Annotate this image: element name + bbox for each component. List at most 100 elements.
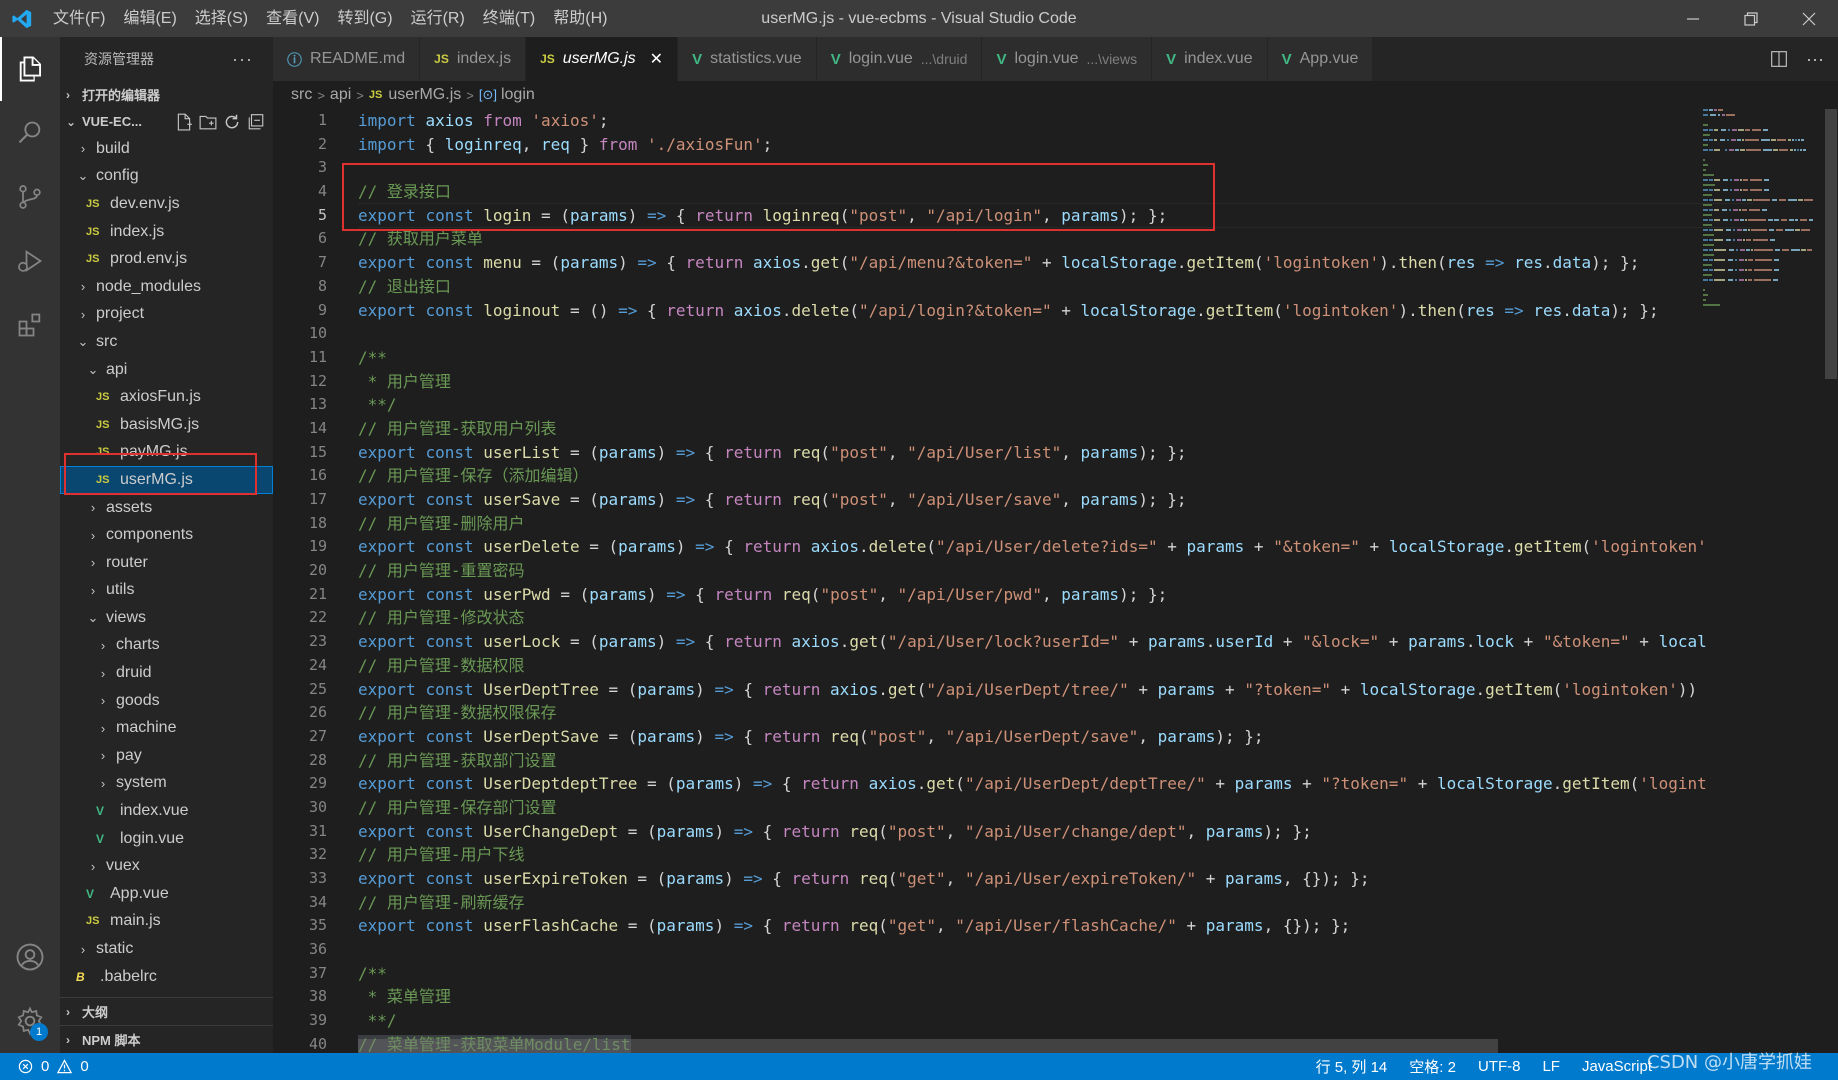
run-debug-icon[interactable]	[0, 229, 60, 293]
scrollbar-thumb[interactable]	[1825, 109, 1837, 379]
code-line[interactable]: **/	[358, 393, 1753, 417]
editor-tab[interactable]: Vlogin.vue ...\druid	[816, 37, 983, 81]
tree-file[interactable]: JS dev.env.js	[60, 190, 273, 218]
menu-item[interactable]: 文件(F)	[44, 0, 114, 37]
tree-folder[interactable]: › build	[60, 135, 273, 163]
menu-item[interactable]: 编辑(E)	[114, 0, 185, 37]
split-editor-icon[interactable]	[1770, 50, 1788, 68]
code-line[interactable]: // 获取用户菜单	[358, 227, 1753, 251]
end-of-line[interactable]: LF	[1542, 1058, 1560, 1075]
code-line[interactable]: export const login = (params) => { retur…	[358, 202, 1753, 229]
settings-gear-icon[interactable]: 1	[0, 989, 60, 1053]
breadcrumb-symbol[interactable]: login	[501, 86, 535, 104]
more-actions-icon[interactable]: ···	[232, 49, 253, 70]
new-file-icon[interactable]	[175, 113, 193, 131]
menu-item[interactable]: 转到(G)	[328, 0, 401, 37]
code-line[interactable]: export const userDelete = (params) => { …	[358, 535, 1753, 559]
menu-item[interactable]: 帮助(H)	[544, 0, 616, 37]
tree-file[interactable]: JS main.js	[60, 908, 273, 936]
code-line[interactable]: export const UserDeptSave = (params) => …	[358, 725, 1753, 749]
code-line[interactable]: export const userList = (params) => { re…	[358, 441, 1753, 465]
breadcrumb-src[interactable]: src	[291, 86, 312, 104]
close-tab-icon[interactable]: ✕	[650, 49, 663, 69]
restore-icon[interactable]	[1722, 0, 1780, 37]
tree-folder[interactable]: › machine	[60, 714, 273, 742]
code-line[interactable]: /**	[358, 346, 1753, 370]
tree-file[interactable]: JS axiosFun.js	[60, 383, 273, 411]
tree-file[interactable]: JS userMG.js	[60, 466, 273, 494]
tree-folder[interactable]: › utils	[60, 577, 273, 605]
code-line[interactable]: // 用户管理-用户下线	[358, 843, 1753, 867]
project-section[interactable]: ⌄ VUE-EC...	[60, 108, 273, 135]
code-line[interactable]: * 菜单管理	[358, 985, 1753, 1009]
open-editors-section[interactable]: › 打开的编辑器	[60, 81, 273, 108]
code-line[interactable]: **/	[358, 1009, 1753, 1033]
editor-tab[interactable]: ⓘ README.md	[273, 37, 421, 81]
code-line[interactable]: // 用户管理-修改状态	[358, 606, 1753, 630]
code-line[interactable]: export const UserDeptdeptTree = (params)…	[358, 772, 1753, 796]
tree-folder[interactable]: ⌄ views	[60, 604, 273, 632]
new-folder-icon[interactable]	[199, 113, 217, 131]
horizontal-scrollbar[interactable]	[358, 1039, 1498, 1053]
tree-file[interactable]: JS basisMG.js	[60, 411, 273, 439]
close-window-icon[interactable]	[1780, 0, 1838, 37]
code-line[interactable]	[358, 156, 1753, 180]
code-line[interactable]: // 用户管理-刷新缓存	[358, 891, 1753, 915]
code-line[interactable]: export const UserChangeDept = (params) =…	[358, 820, 1753, 844]
editor-tab[interactable]: Vstatistics.vue	[678, 37, 817, 81]
tree-folder[interactable]: › system	[60, 770, 273, 798]
code-editor[interactable]: 1 2 3 4 5 6 7 8 9 10 11 12 13 14 15 16 17 18 19 20 21 22 23 24 2…	[273, 109, 1838, 1053]
more-editor-actions-icon[interactable]: ···	[1806, 49, 1824, 70]
code-line[interactable]: // 用户管理-删除用户	[358, 512, 1753, 536]
editor-tab[interactable]: Vlogin.vue ...\views	[982, 37, 1153, 81]
tree-folder[interactable]: › components	[60, 521, 273, 549]
editor-tab[interactable]: V App.vue	[1267, 37, 1374, 81]
code-line[interactable]: import { loginreq, req } from './axiosFu…	[358, 133, 1753, 157]
tree-file[interactable]: JS payMG.js	[60, 439, 273, 467]
code-line[interactable]	[358, 938, 1753, 962]
tree-folder[interactable]: › node_modules	[60, 273, 273, 301]
tree-folder[interactable]: › project	[60, 301, 273, 329]
source-control-icon[interactable]	[0, 165, 60, 229]
breadcrumb-api[interactable]: api	[330, 86, 351, 104]
code-line[interactable]: // 用户管理-保存部门设置	[358, 796, 1753, 820]
tree-folder[interactable]: › goods	[60, 687, 273, 715]
minimap[interactable]	[1703, 109, 1823, 1053]
tree-folder[interactable]: ⌄ src	[60, 328, 273, 356]
npm-scripts-section[interactable]: › NPM 脚本	[60, 1025, 273, 1053]
refresh-icon[interactable]	[223, 113, 241, 131]
tree-file[interactable]: Vindex.vue	[60, 797, 273, 825]
extensions-icon[interactable]	[0, 293, 60, 357]
code-area[interactable]: import axios from 'axios'; import { login…	[358, 109, 1753, 1053]
tree-file[interactable]: B .babelrc	[60, 963, 273, 991]
code-line[interactable]: // 用户管理-数据权限保存	[358, 701, 1753, 725]
code-line[interactable]: export const UserDeptTree = (params) => …	[358, 678, 1753, 702]
code-line[interactable]: // 用户管理-获取用户列表	[358, 417, 1753, 441]
editor-tab[interactable]: JS index.js	[420, 37, 527, 81]
tree-folder[interactable]: › static	[60, 935, 273, 963]
outline-section[interactable]: › 大纲	[60, 997, 273, 1025]
minimize-icon[interactable]	[1664, 0, 1722, 37]
code-line[interactable]: export const userLock = (params) => { re…	[358, 630, 1753, 654]
menu-item[interactable]: 选择(S)	[186, 0, 257, 37]
explorer-icon[interactable]	[0, 37, 60, 101]
code-line[interactable]: // 用户管理-重置密码	[358, 559, 1753, 583]
tree-folder[interactable]: › pay	[60, 742, 273, 770]
indentation[interactable]: 空格: 2	[1409, 1056, 1456, 1077]
collapse-all-icon[interactable]	[247, 113, 265, 131]
code-line[interactable]: export const loginout = () => { return a…	[358, 299, 1753, 323]
editor-tab[interactable]: Vindex.vue	[1152, 37, 1268, 81]
menu-item[interactable]: 运行(R)	[402, 0, 474, 37]
tree-folder[interactable]: › router	[60, 549, 273, 577]
code-line[interactable]: // 用户管理-数据权限	[358, 654, 1753, 678]
language-mode[interactable]: JavaScript	[1582, 1058, 1652, 1075]
code-line[interactable]: // 退出接口	[358, 275, 1753, 299]
code-line[interactable]: export const userFlashCache = (params) =…	[358, 914, 1753, 938]
code-line[interactable]: export const userPwd = (params) => { ret…	[358, 583, 1753, 607]
tree-folder[interactable]: › vuex	[60, 852, 273, 880]
tree-folder[interactable]: ⌄ api	[60, 356, 273, 384]
tree-file[interactable]: JS prod.env.js	[60, 245, 273, 273]
code-line[interactable]: import axios from 'axios';	[358, 109, 1753, 133]
tree-folder[interactable]: › charts	[60, 632, 273, 660]
vertical-scrollbar[interactable]	[1822, 109, 1838, 1053]
